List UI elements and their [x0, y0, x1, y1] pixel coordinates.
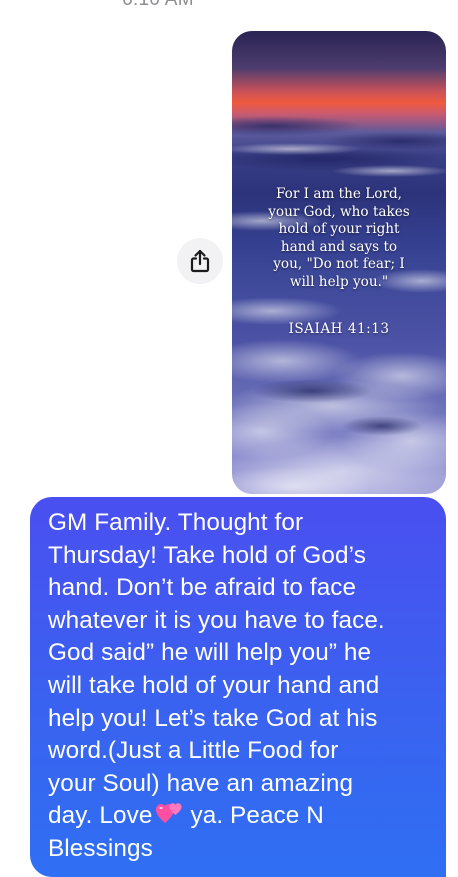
share-icon [190, 249, 210, 273]
message-line: word.(Just a Little Food for [48, 737, 339, 765]
text-message-bubble[interactable]: GM Family. Thought for Thursday! Take ho… [30, 497, 446, 877]
message-line: Thursday! Take hold of God’s [48, 541, 366, 569]
message-thread: 6:10 AM [0, 0, 458, 877]
message-line: hand. Don’t be afraid to face [48, 574, 357, 602]
verse-line: hand and says to [280, 238, 398, 255]
message-timestamp: 6:10 AM [0, 0, 316, 11]
message-line-with-emoji: day. Love ya. Peace N [48, 800, 432, 833]
message-line: whatever it is you have to face. [48, 606, 385, 634]
verse-text: For I am the Lord, your God, who takes h… [232, 186, 446, 291]
image-message-bubble[interactable]: For I am the Lord, your God, who takes h… [232, 31, 446, 494]
love-prefix: day. Love [48, 802, 153, 830]
two-hearts-icon [156, 803, 182, 824]
message-line: God said” he will help you” he [48, 639, 372, 667]
verse-line: will help you." [289, 273, 389, 290]
message-line: your Soul) have an amazing [48, 769, 354, 797]
love-suffix: ya. Peace N [190, 802, 324, 830]
verse-reference: ISAIAH 41:13 [288, 321, 390, 337]
message-line: will take hold of your hand and [48, 671, 380, 699]
verse-line: your God, who takes [268, 203, 410, 220]
message-line: help you! Let’s take God at his [48, 704, 378, 732]
message-line: Blessings [48, 834, 153, 862]
share-button[interactable] [177, 238, 223, 284]
message-line: GM Family. Thought for [48, 509, 304, 536]
verse-line: you, "Do not fear; I [273, 256, 405, 272]
verse-line: For I am the Lord, [275, 186, 402, 202]
verse-line: hold of your right [278, 221, 400, 237]
